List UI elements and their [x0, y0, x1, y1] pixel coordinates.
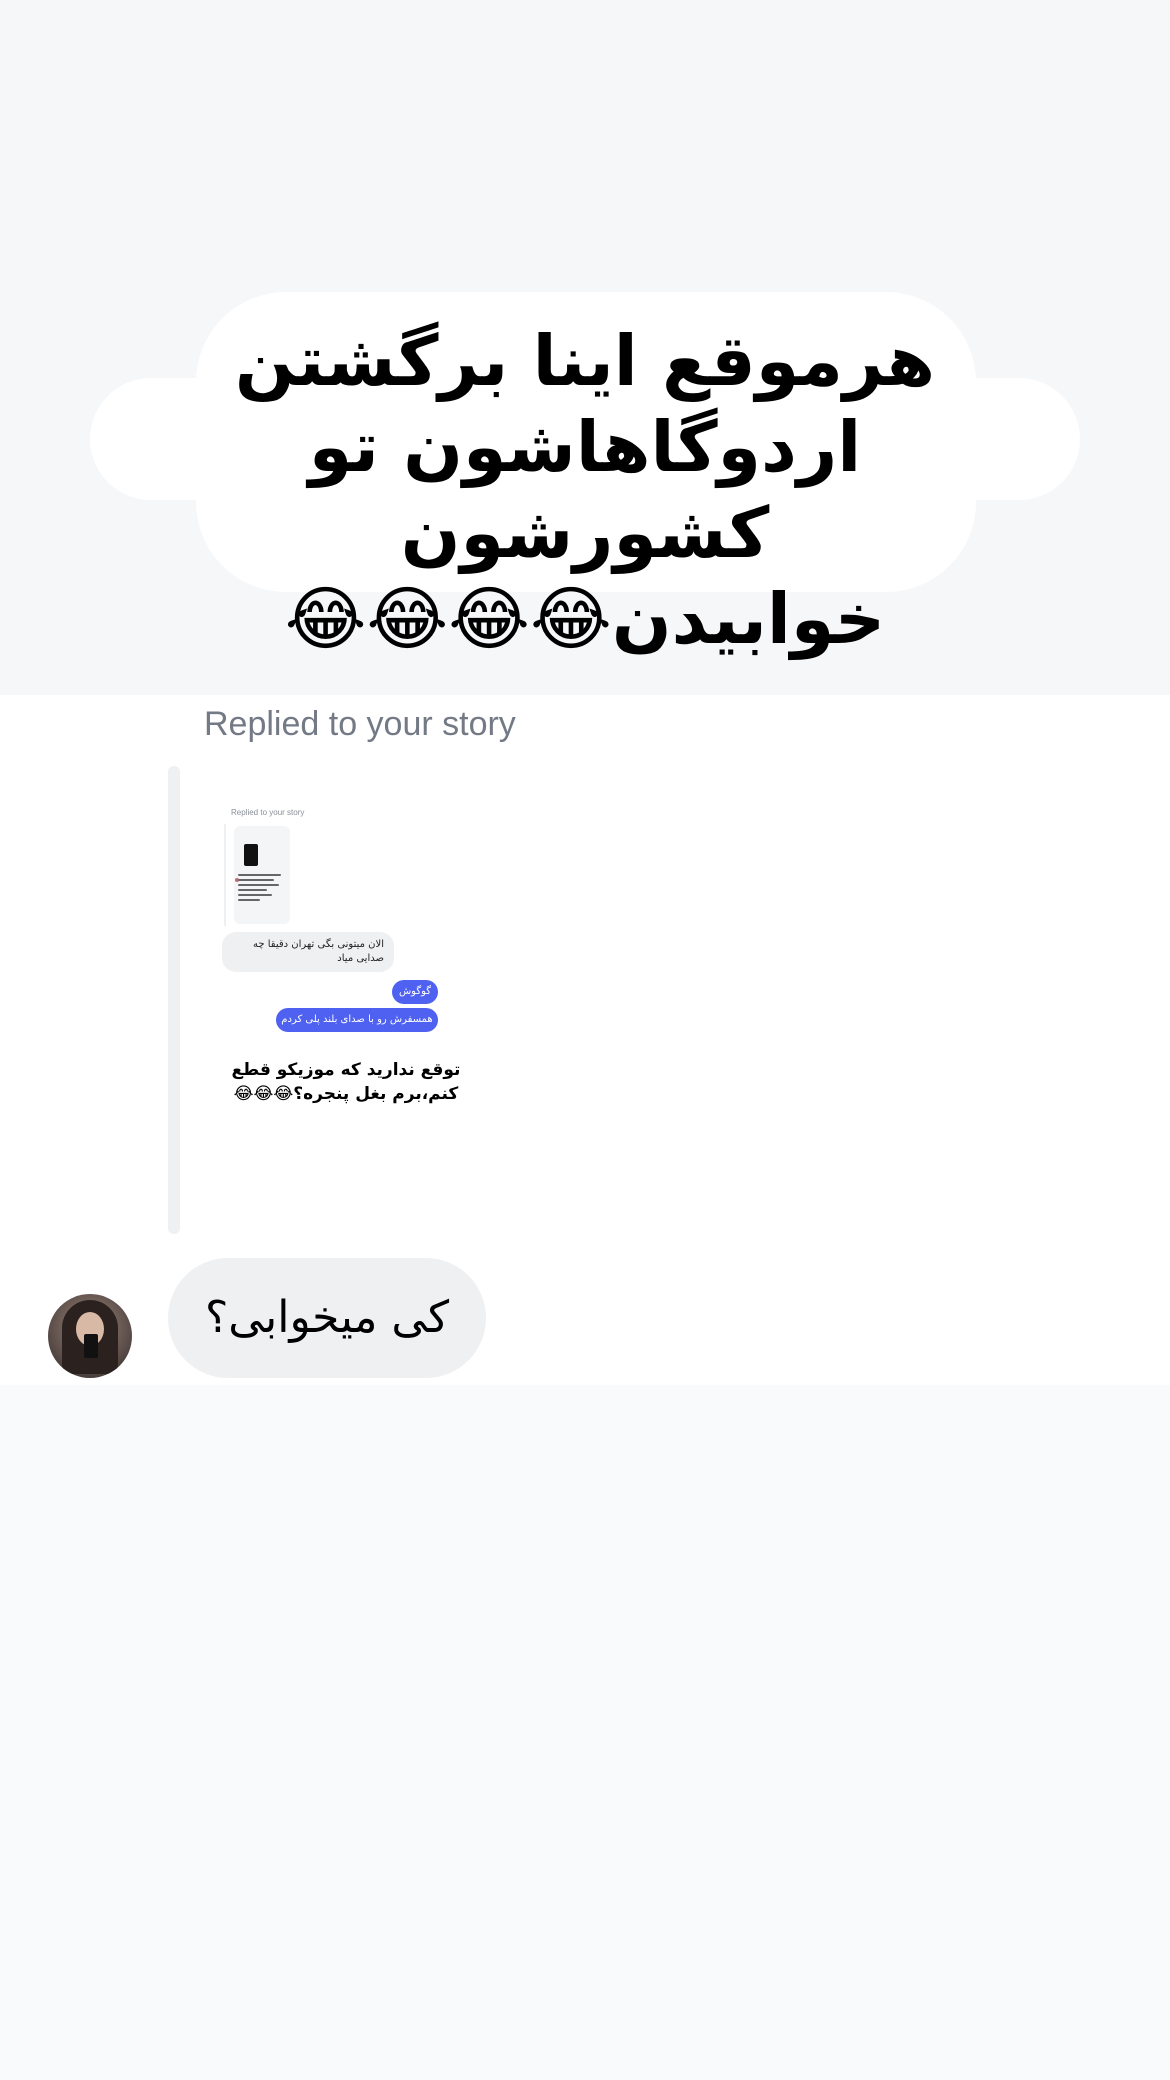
thumbnail-outgoing-bubble: همسفرش رو با صدای بلند پلی کردم: [276, 1008, 438, 1032]
thumbnail-caption-line: توقع ندارید که موزیکو قطع: [231, 1060, 461, 1080]
thumbnail-caption-line: کنم،برم بغل پنجره؟😂😂😂: [233, 1084, 459, 1104]
caption-line: خوابیدن😂😂😂😂: [284, 578, 886, 660]
story-caption-text: هرموقع اینا برگشتن اردوگاهاشون تو کشورشو…: [150, 318, 1020, 662]
thumbnail-outgoing-bubble: گوگوش: [392, 980, 438, 1004]
thumbnail-caption: توقع ندارید که موزیکو قطع کنم،برم بغل پن…: [222, 1058, 470, 1106]
thumbnail-incoming-bubble: الان میتونی بگی تهران دقیقا چه صدایی میا…: [222, 932, 394, 972]
reply-quote-bar: [168, 766, 180, 1234]
caption-line: هرموقع اینا برگشتن: [234, 320, 936, 402]
replied-to-story-label: Replied to your story: [204, 705, 516, 743]
thumbnail-phone-image: [244, 844, 258, 866]
story-caption-area: هرموقع اینا برگشتن اردوگاهاشون تو کشورشو…: [0, 0, 1170, 695]
sender-avatar[interactable]: [48, 1294, 132, 1378]
story-thumbnail[interactable]: Replied to your story الان میتونی بگی ته…: [222, 800, 470, 1130]
avatar-phone: [84, 1334, 98, 1358]
thumbnail-caption-lines: [238, 874, 286, 914]
incoming-message-bubble[interactable]: کی میخوابی؟: [168, 1258, 486, 1378]
caption-line: اردوگاهاشون تو کشورشون: [308, 406, 862, 574]
thumbnail-quote-bar: [224, 824, 226, 926]
thumbnail-replied-label: Replied to your story: [231, 808, 305, 817]
